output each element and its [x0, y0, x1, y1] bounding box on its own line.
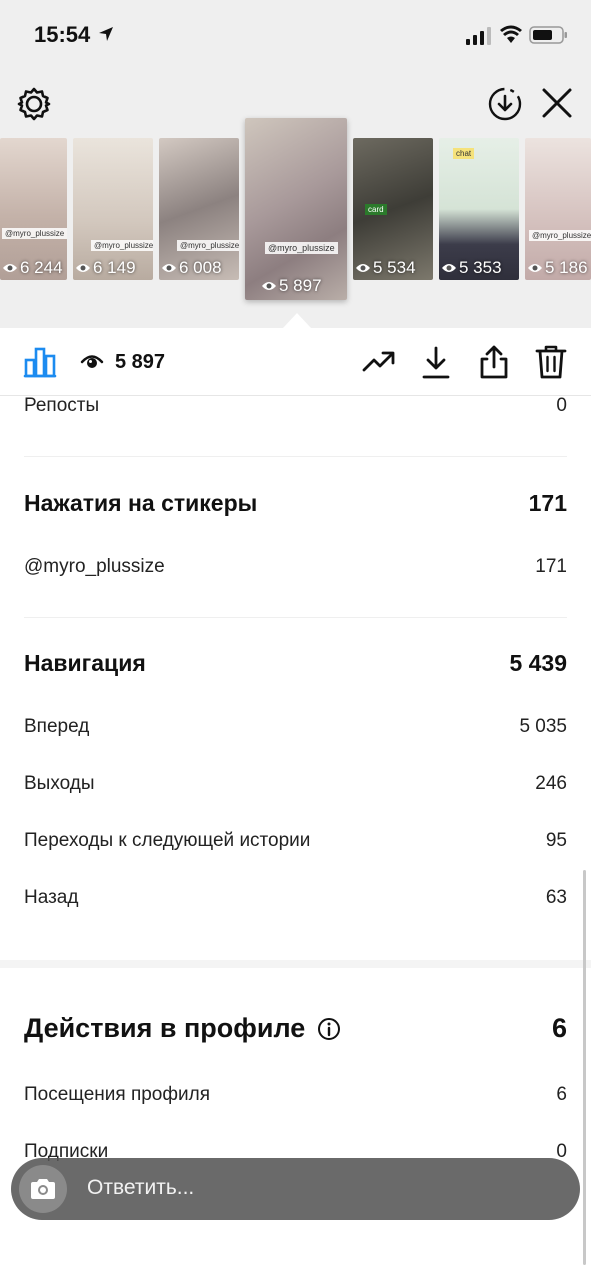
story-views: 5 897 — [261, 276, 322, 296]
story-thumbnail-selected[interactable]: @myro_plussize 5 897 — [245, 118, 347, 300]
stat-label: Вперед — [24, 716, 90, 737]
stat-value: 95 — [545, 830, 567, 851]
story-views: 5 353 — [441, 258, 502, 278]
reply-bar[interactable]: Ответить... — [11, 1158, 580, 1220]
eye-icon — [80, 355, 104, 368]
section-title: Навигация — [24, 649, 146, 676]
story-views: 5 186 — [527, 258, 588, 278]
stat-label: Выходы — [24, 773, 95, 794]
story-views: 6 244 — [2, 258, 63, 278]
stat-label: Посещения профиля — [24, 1084, 210, 1105]
stat-row-exits: Выходы 246 — [24, 771, 567, 797]
story-viewer-header: 15:54 @myro_plussize 6 244 @myro_plussiz… — [0, 0, 591, 328]
cellular-signal-icon — [466, 27, 491, 45]
stat-value: 246 — [535, 773, 567, 794]
stat-row-sticker-mention[interactable]: @myro_plussize 171 — [24, 554, 567, 580]
stat-value: 6 — [556, 1084, 567, 1105]
status-bar: 15:54 — [0, 0, 591, 70]
section-title: Нажатия на стикеры — [24, 489, 258, 516]
close-icon[interactable] — [540, 86, 574, 120]
insights-toolbar: 5 897 — [0, 328, 591, 396]
trash-icon[interactable] — [535, 344, 567, 380]
stat-row-profile-visits: Посещения профиля 6 — [24, 1082, 567, 1108]
section-header-profile-actions: Действия в профиле 6 — [24, 1010, 567, 1046]
stat-label: Переходы к следующей истории — [24, 830, 311, 851]
divider — [24, 617, 567, 618]
stat-value: 0 — [556, 395, 567, 416]
stat-row-next-story: Переходы к следующей истории 95 — [24, 828, 567, 854]
status-time: 15:54 — [34, 22, 91, 47]
eye-icon — [162, 264, 176, 272]
story-thumbnail[interactable]: @myro_plussize 6 149 — [73, 138, 153, 280]
trending-up-icon[interactable] — [362, 348, 396, 374]
download-circle-icon[interactable] — [487, 86, 523, 122]
stat-row-reposts: Репосты 0 — [24, 394, 567, 418]
location-arrow-icon — [99, 27, 113, 41]
story-thumbnail[interactable]: card 5 534 — [353, 138, 433, 280]
eye-icon — [262, 282, 276, 290]
download-icon[interactable] — [421, 346, 451, 380]
reply-input[interactable]: Ответить... — [87, 1176, 194, 1200]
wifi-icon — [500, 25, 522, 43]
eye-icon — [3, 264, 17, 272]
divider — [24, 456, 567, 457]
eye-icon — [442, 264, 456, 272]
camera-button[interactable] — [19, 1165, 67, 1213]
scrollbar[interactable] — [583, 870, 586, 1265]
stat-row-back: Назад 63 — [24, 885, 567, 911]
eye-icon — [528, 264, 542, 272]
story-thumbnail[interactable]: @myro_plussize 6 008 — [159, 138, 239, 280]
eye-icon — [76, 264, 90, 272]
stat-label: Репосты — [24, 395, 100, 416]
stat-label: @myro_plussize — [24, 556, 165, 577]
stat-value: 171 — [535, 556, 567, 577]
stat-value: 5 035 — [519, 716, 567, 737]
section-value: 6 — [551, 1012, 567, 1043]
camera-icon — [31, 1179, 55, 1199]
section-value: 5 439 — [509, 649, 567, 676]
stat-label: Назад — [24, 887, 79, 908]
story-views: 6 149 — [75, 258, 136, 278]
story-views: 6 008 — [161, 258, 222, 278]
gear-icon[interactable] — [16, 86, 52, 122]
section-header-sticker-taps: Нажатия на стикеры 171 — [24, 488, 567, 518]
info-icon[interactable] — [317, 1017, 341, 1041]
section-title: Действия в профиле — [24, 1012, 306, 1043]
section-separator — [0, 960, 591, 968]
section-header-navigation: Навигация 5 439 — [24, 648, 567, 678]
section-value: 171 — [528, 489, 567, 516]
selected-story-pointer — [283, 313, 311, 328]
bar-chart-icon[interactable] — [23, 346, 57, 378]
views-count: 5 897 — [115, 351, 166, 373]
section-title-wrap: Действия в профиле — [24, 1013, 341, 1044]
story-thumbnail[interactable]: @myro_plussize 6 244 — [0, 138, 67, 280]
story-views: 5 534 — [355, 258, 416, 278]
story-thumbnail[interactable]: @myro_plussize 5 186 — [525, 138, 591, 280]
story-sticker-label: @myro_plussize — [265, 242, 338, 254]
eye-icon — [356, 264, 370, 272]
story-thumbnail[interactable]: chat 5 353 — [439, 138, 519, 280]
stat-value: 63 — [545, 887, 567, 908]
battery-icon — [529, 26, 567, 44]
story-thumbnails-strip: @myro_plussize 6 244 @myro_plussize 6 14… — [0, 118, 591, 300]
stat-row-forward: Вперед 5 035 — [24, 714, 567, 740]
share-icon[interactable] — [478, 344, 510, 380]
